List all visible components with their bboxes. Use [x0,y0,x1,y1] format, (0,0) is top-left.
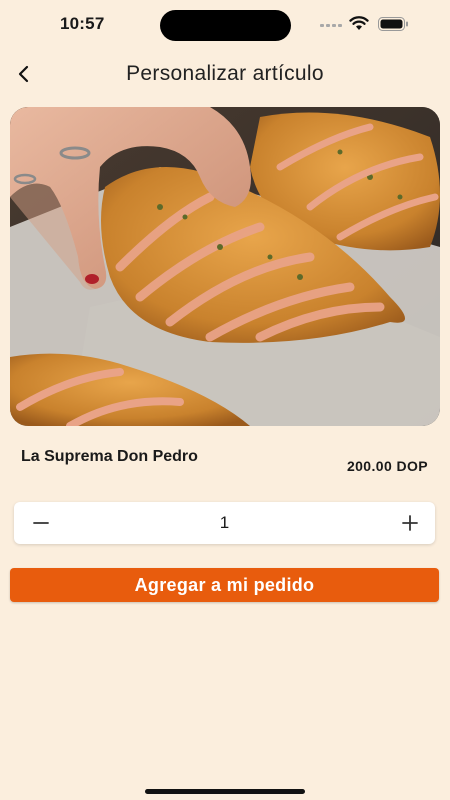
empanada-photo [10,107,440,426]
product-image [10,107,440,426]
status-time: 10:57 [60,14,105,33]
plus-icon [402,515,418,531]
page-title: Personalizar artículo [126,62,324,85]
quantity-value: 1 [219,513,230,532]
product-price: 200.00 DOP [346,458,428,474]
product-name: La Suprema Don Pedro [21,448,198,465]
increase-quantity-button[interactable] [385,502,435,544]
quantity-stepper: 1 [14,502,435,544]
dynamic-island [160,10,291,41]
status-bar: 10:57 [0,0,450,50]
header: Personalizar artículo [0,50,450,100]
wifi-icon [349,16,369,30]
battery-icon [378,17,408,31]
cellular-signal-icon [320,24,342,27]
add-to-order-button[interactable]: Agregar a mi pedido [10,568,439,602]
home-indicator[interactable] [145,789,305,794]
